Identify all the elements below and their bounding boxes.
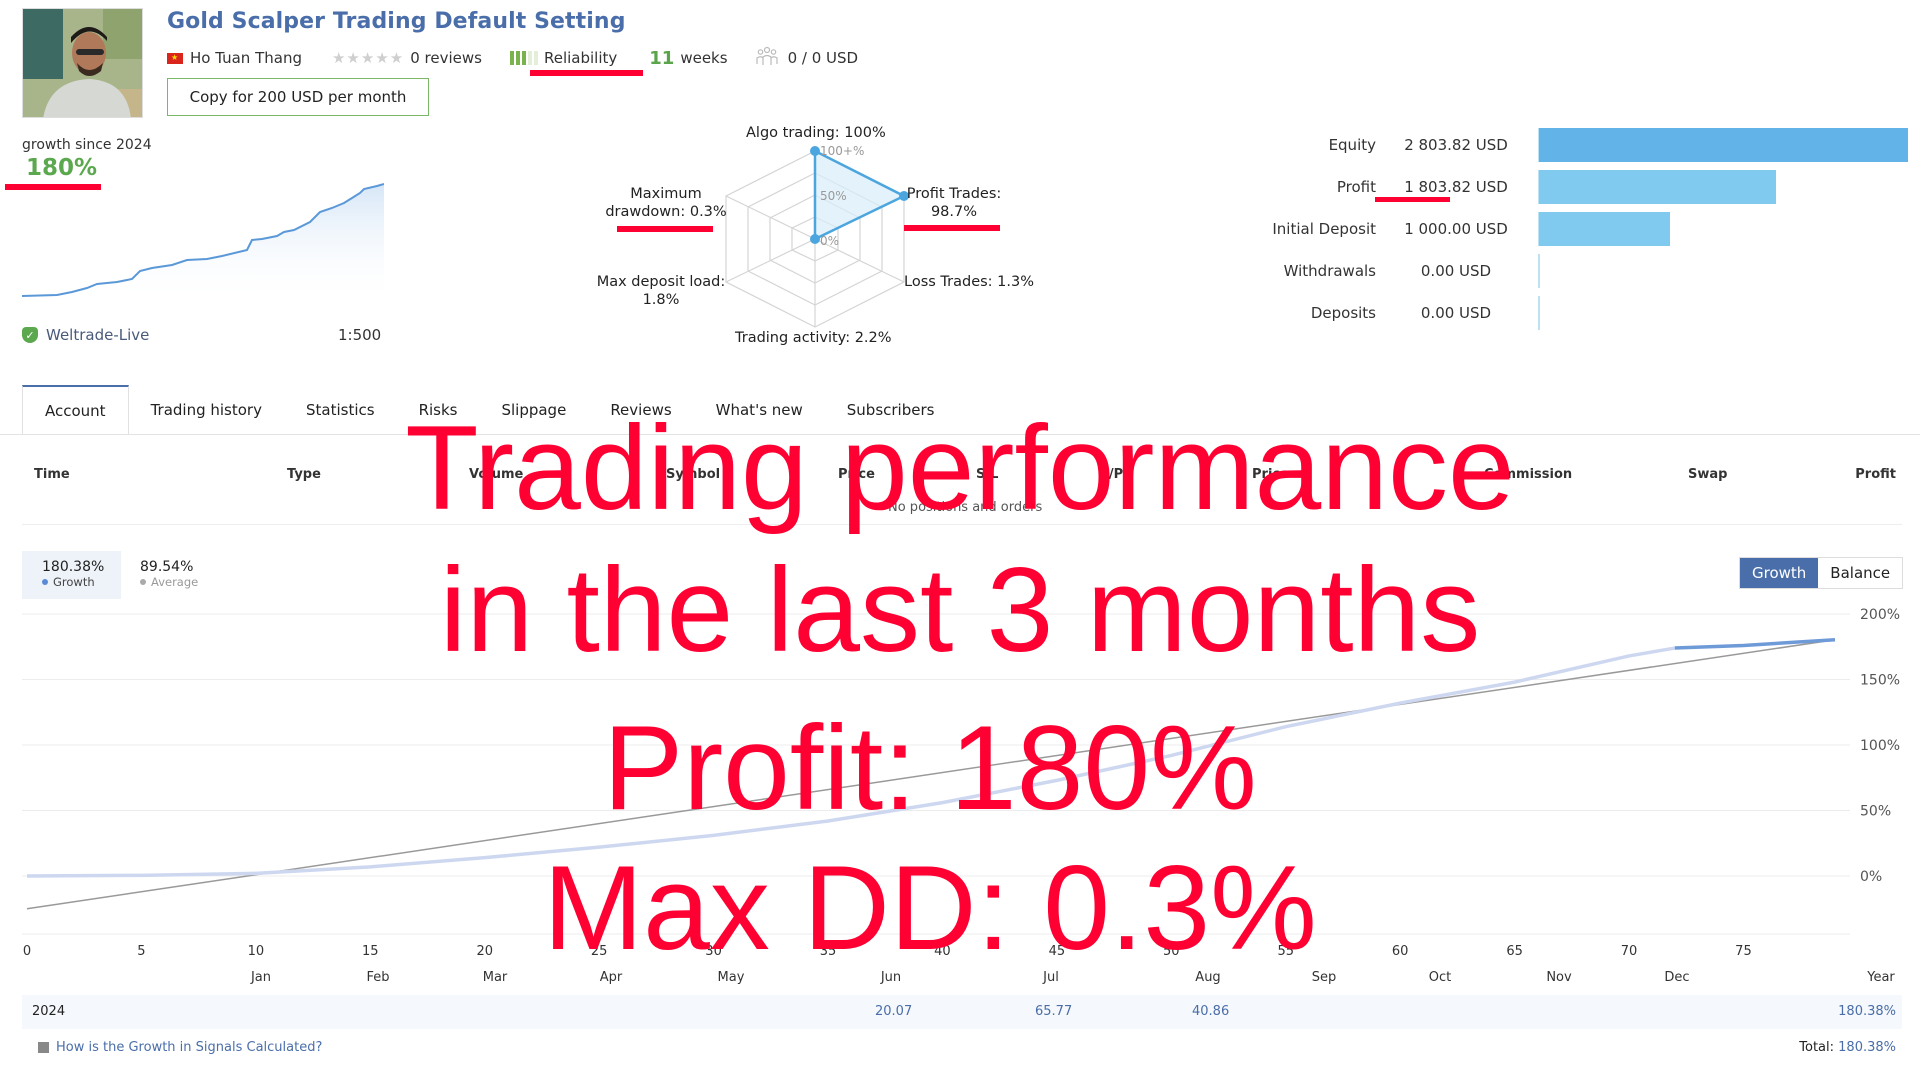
radar-point-center (810, 234, 820, 244)
equity-row-label: Deposits (1310, 304, 1376, 322)
overlay-line-2: in the last 3 months (439, 543, 1481, 677)
copy-subscribe-button[interactable]: Copy for 200 USD per month (167, 78, 429, 116)
overlay-line-4: Max DD: 0.3% (543, 841, 1317, 975)
faq-text[interactable]: How is the Growth in Signals Calculated? (56, 1040, 322, 1055)
radar-profit-trades-label: Profit Trades: 98.7% (906, 186, 1002, 220)
reliability-bars-icon (509, 51, 538, 65)
total-growth: Total: 180.38% (1799, 1040, 1896, 1055)
equity-row-bar (1538, 170, 1777, 204)
month-growth-value[interactable]: 40.86 (1192, 1004, 1229, 1019)
equity-row-label: Initial Deposit (1272, 220, 1376, 238)
reliability-label: Reliability (543, 49, 618, 67)
growth-faq-link[interactable]: How is the Growth in Signals Calculated? (38, 1040, 322, 1055)
radar-activity-label: Trading activity: 2.2% (735, 330, 892, 346)
radar-scale-100: 100+% (820, 144, 865, 158)
equity-row-value: 2 803.82 USD (1404, 136, 1508, 154)
radar-scale-50: 50% (820, 189, 847, 203)
month-label: Oct (1428, 970, 1452, 985)
help-icon (38, 1042, 49, 1053)
y-tick-label: 100% (1860, 738, 1900, 754)
equity-row-value: 1 803.82 USD (1404, 178, 1508, 196)
year-total-cell: 180.38% (1838, 1004, 1896, 1019)
subscribers-icon (755, 46, 778, 70)
highlight-underline (904, 225, 1000, 231)
overlay-line-3: Profit: 180% (603, 701, 1257, 835)
month-label: Feb (366, 970, 390, 985)
year-label: 2024 (32, 1004, 66, 1019)
highlight-underline (1375, 197, 1450, 202)
weeks-label: weeks (680, 49, 728, 67)
leverage-value: 1:500 (338, 326, 382, 344)
month-growth-value[interactable]: 65.77 (1035, 1004, 1072, 1019)
month-label: Mar (482, 970, 508, 985)
radar-chart: 100+% 50% 0% Algo trading: 100% Profit T… (580, 115, 1040, 355)
weeks-count: 11 (649, 47, 675, 69)
highlight-underline (617, 226, 713, 232)
month-label: Nov (1546, 970, 1572, 985)
author-avatar[interactable] (22, 8, 143, 118)
radar-deposit-load-label: Max deposit load: 1.8% (596, 274, 726, 308)
equity-row: Deposits 0.00 USD (1250, 296, 1920, 330)
equity-row-label: Profit (1336, 178, 1376, 196)
equity-row: Initial Deposit 1 000.00 USD (1250, 212, 1920, 246)
month-label: Jan (250, 970, 272, 985)
equity-row: Withdrawals 0.00 USD (1250, 254, 1920, 288)
y-tick-label: 150% (1860, 673, 1900, 689)
radar-loss-trades-label: Loss Trades: 1.3% (904, 274, 1034, 290)
signal-title[interactable]: Gold Scalper Trading Default Setting (167, 9, 626, 34)
rating-stars-icon: ★★★★★ (331, 49, 405, 67)
month-label: Dec (1664, 970, 1690, 985)
total-value: 180.38% (1838, 1040, 1896, 1055)
reviews-count[interactable]: 0 reviews (410, 49, 482, 67)
equity-row: Profit 1 803.82 USD (1250, 170, 1920, 204)
overlay-line-1: Trading performance (405, 401, 1515, 535)
month-label: Year (1867, 970, 1895, 985)
equity-row-bar (1538, 212, 1670, 246)
vietnam-flag-icon (167, 52, 183, 64)
equity-row-bar (1538, 254, 1540, 288)
equity-row-bar (1538, 296, 1540, 330)
broker-info[interactable]: ✓ Weltrade-Live (22, 326, 149, 344)
radar-point-algo (810, 146, 820, 156)
equity-row-bar (1538, 128, 1908, 162)
month-growth-value[interactable]: 20.07 (875, 1004, 912, 1019)
verified-shield-icon: ✓ (22, 327, 38, 343)
y-tick-label: 0% (1860, 869, 1882, 885)
y-tick-label: 50% (1860, 804, 1891, 820)
total-label: Total: (1799, 1040, 1835, 1055)
equity-row: Equity 2 803.82 USD (1250, 128, 1920, 162)
equity-row-value: 1 000.00 USD (1404, 220, 1508, 238)
equity-row-label: Withdrawals (1283, 262, 1376, 280)
highlight-underline (530, 70, 643, 76)
signal-meta: Ho Tuan Thang ★★★★★ 0 reviews Reliabilit… (167, 46, 859, 70)
mini-chart-area (22, 184, 384, 305)
author-name[interactable]: Ho Tuan Thang (190, 49, 302, 67)
equity-row-value: 0.00 USD (1420, 304, 1492, 322)
radar-scale-0: 0% (820, 234, 840, 248)
equity-row-value: 0.00 USD (1420, 262, 1492, 280)
radar-drawdown-label: Maximum drawdown: 0.3% (605, 186, 727, 220)
year-row (22, 995, 1902, 1029)
radar-algo-label: Algo trading: 100% (746, 125, 886, 141)
growth-since-label: growth since 2024 (22, 137, 152, 153)
broker-name[interactable]: Weltrade-Live (46, 326, 149, 344)
mini-growth-chart (22, 183, 384, 305)
equity-row-label: Equity (1328, 136, 1376, 154)
subscribers-value: 0 / 0 USD (787, 49, 859, 67)
